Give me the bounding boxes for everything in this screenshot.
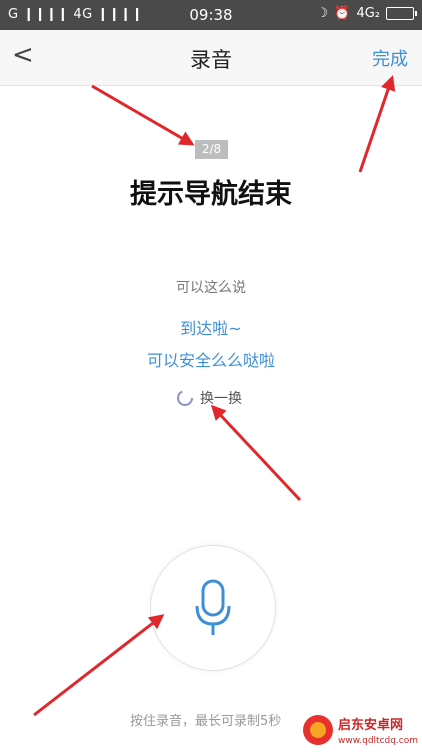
watermark-logo: 启东安卓网 www.qdltcdq.com bbox=[303, 715, 418, 746]
annotation-arrow bbox=[91, 84, 195, 146]
status-icons: ☽ ⏰ 4G₂ bbox=[316, 6, 417, 21]
suggested-phrase: 可以安全么么哒啦 bbox=[146, 351, 275, 370]
hint-text: 可以这么说 bbox=[176, 280, 246, 296]
annotation-arrow bbox=[210, 404, 302, 502]
network-type: 4G₂ bbox=[356, 6, 380, 21]
alarm-icon: ⏰ bbox=[334, 6, 351, 21]
refresh-icon bbox=[177, 390, 193, 406]
status-bar: G ❙❙❙❙ 4G ❙❙❙❙ 09:38 ☽ ⏰ 4G₂ bbox=[0, 0, 422, 30]
moon-icon: ☽ bbox=[316, 6, 329, 21]
record-instruction: 按住录音，最长可录制5秒 bbox=[130, 714, 282, 729]
prompt-title: 提示导航结束 bbox=[130, 179, 292, 210]
progress-badge: 2/8 bbox=[195, 140, 228, 159]
record-button[interactable] bbox=[150, 545, 276, 671]
done-button[interactable]: 完成 bbox=[372, 45, 408, 71]
navigation-bar: < 录音 完成 bbox=[0, 30, 422, 86]
refresh-button[interactable]: 换一换 bbox=[176, 388, 242, 408]
refresh-label: 换一换 bbox=[200, 391, 242, 407]
svg-text:启东安卓网: 启东安卓网 bbox=[338, 717, 403, 733]
suggested-phrase: 到达啦~ bbox=[180, 319, 242, 338]
page-title: 录音 bbox=[190, 48, 232, 72]
annotation-arrow bbox=[358, 75, 396, 173]
annotation-arrow bbox=[33, 614, 165, 717]
svg-text:www.qdltcdq.com: www.qdltcdq.com bbox=[338, 736, 418, 746]
watermark: 启东安卓网 www.qdltcdq.com bbox=[300, 712, 420, 748]
microphone-icon bbox=[195, 579, 231, 635]
battery-icon bbox=[386, 7, 417, 20]
